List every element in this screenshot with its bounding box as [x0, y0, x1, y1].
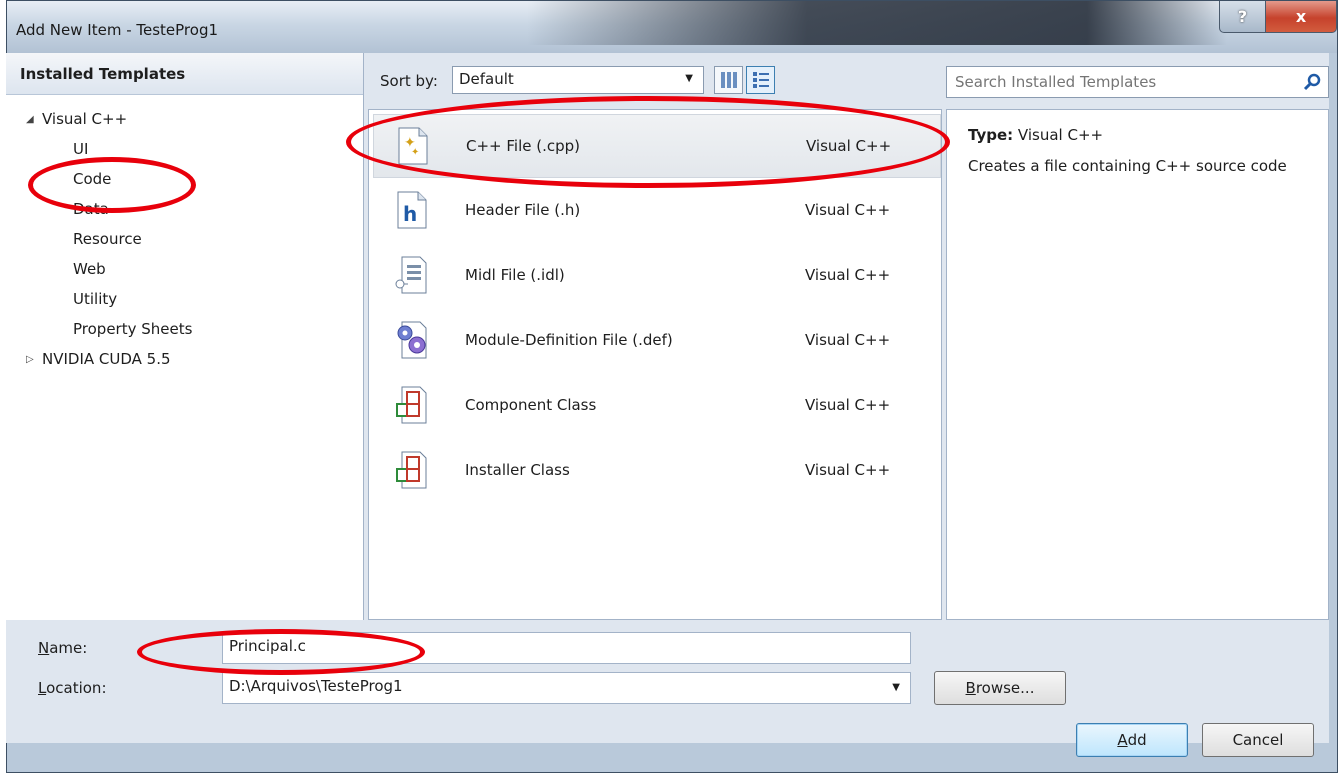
cancel-button[interactable]: Cancel — [1202, 723, 1314, 757]
tree-item-nvidia-cuda[interactable]: NVIDIA CUDA 5.5 — [42, 350, 171, 368]
def-file-icon — [397, 321, 427, 359]
title-bar[interactable]: Add New Item - TesteProg1 ? x — [7, 1, 1337, 53]
template-name: Header File (.h) — [465, 201, 581, 219]
list-item[interactable]: Installer Class Visual C++ — [373, 439, 941, 503]
type-value: Visual C++ — [1017, 126, 1104, 144]
sort-by-dropdown[interactable]: Default ▼ — [452, 66, 704, 94]
expanded-arrow-icon[interactable]: ◢ — [26, 114, 34, 125]
medium-icons-view-button[interactable] — [714, 66, 743, 94]
title-bar-glass — [527, 1, 1227, 45]
type-label: Type: — [968, 126, 1014, 144]
template-name: Module-Definition File (.def) — [465, 331, 673, 349]
tree-item-visual-cpp[interactable]: Visual C++ — [42, 110, 127, 128]
help-button[interactable]: ? — [1219, 1, 1266, 33]
annotation-circle-cpp-file — [346, 96, 950, 188]
list-item[interactable]: Module-Definition File (.def) Visual C++ — [373, 309, 941, 373]
list-item[interactable]: h Header File (.h) Visual C++ — [373, 179, 941, 243]
search-icon[interactable] — [1302, 72, 1322, 92]
template-details-panel: Type: Visual C++ Creates a file containi… — [946, 109, 1329, 620]
annotation-circle-name — [137, 629, 425, 675]
tree-item-property-sheets[interactable]: Property Sheets — [73, 320, 192, 338]
template-language: Visual C++ — [805, 266, 891, 284]
tree-item-web[interactable]: Web — [73, 260, 106, 278]
window-title: Add New Item - TesteProg1 — [16, 21, 219, 39]
location-field[interactable]: D:\Arquivos\TesteProg1 ▼ — [222, 672, 911, 704]
small-icons-view-button[interactable] — [746, 66, 775, 94]
template-language: Visual C++ — [805, 461, 891, 479]
template-name: Installer Class — [465, 461, 570, 479]
midl-file-icon — [395, 256, 427, 294]
name-label: Name: — [38, 639, 88, 657]
sort-by-label: Sort by: — [380, 72, 438, 90]
annotation-circle-code — [28, 157, 196, 213]
header-file-icon: h — [397, 191, 427, 229]
list-view-icon — [752, 72, 769, 88]
collapsed-arrow-icon[interactable]: ▷ — [26, 354, 34, 365]
template-language: Visual C++ — [805, 201, 891, 219]
installed-templates-panel: Installed Templates ◢ Visual C++ UI Code… — [6, 53, 364, 620]
svg-text:h: h — [403, 202, 417, 226]
add-button[interactable]: Add — [1076, 723, 1188, 757]
location-value: D:\Arquivos\TesteProg1 — [229, 677, 403, 695]
search-box[interactable] — [946, 66, 1329, 98]
tree-item-ui[interactable]: UI — [73, 140, 88, 158]
list-item[interactable]: Component Class Visual C++ — [373, 374, 941, 438]
dropdown-arrow-icon: ▼ — [685, 73, 693, 84]
tree-item-resource[interactable]: Resource — [73, 230, 142, 248]
location-label: Location: — [38, 679, 107, 697]
medium-icons-icon — [720, 72, 737, 88]
tree-item-utility[interactable]: Utility — [73, 290, 117, 308]
search-input[interactable] — [955, 68, 1285, 96]
list-item[interactable]: Midl File (.idl) Visual C++ — [373, 244, 941, 308]
installer-class-icon — [396, 451, 427, 489]
template-name: Component Class — [465, 396, 597, 414]
template-language: Visual C++ — [805, 396, 891, 414]
template-description: Creates a file containing C++ source cod… — [968, 157, 1287, 175]
installed-templates-header: Installed Templates — [6, 53, 363, 95]
template-type: Type: Visual C++ — [968, 126, 1103, 144]
template-language: Visual C++ — [805, 331, 891, 349]
location-dropdown-icon[interactable]: ▼ — [892, 682, 900, 693]
close-button[interactable]: x — [1265, 1, 1337, 33]
sort-by-value: Default — [459, 70, 514, 88]
template-name: Midl File (.idl) — [465, 266, 565, 284]
component-class-icon — [396, 386, 427, 424]
browse-button[interactable]: Browse... — [934, 671, 1066, 705]
